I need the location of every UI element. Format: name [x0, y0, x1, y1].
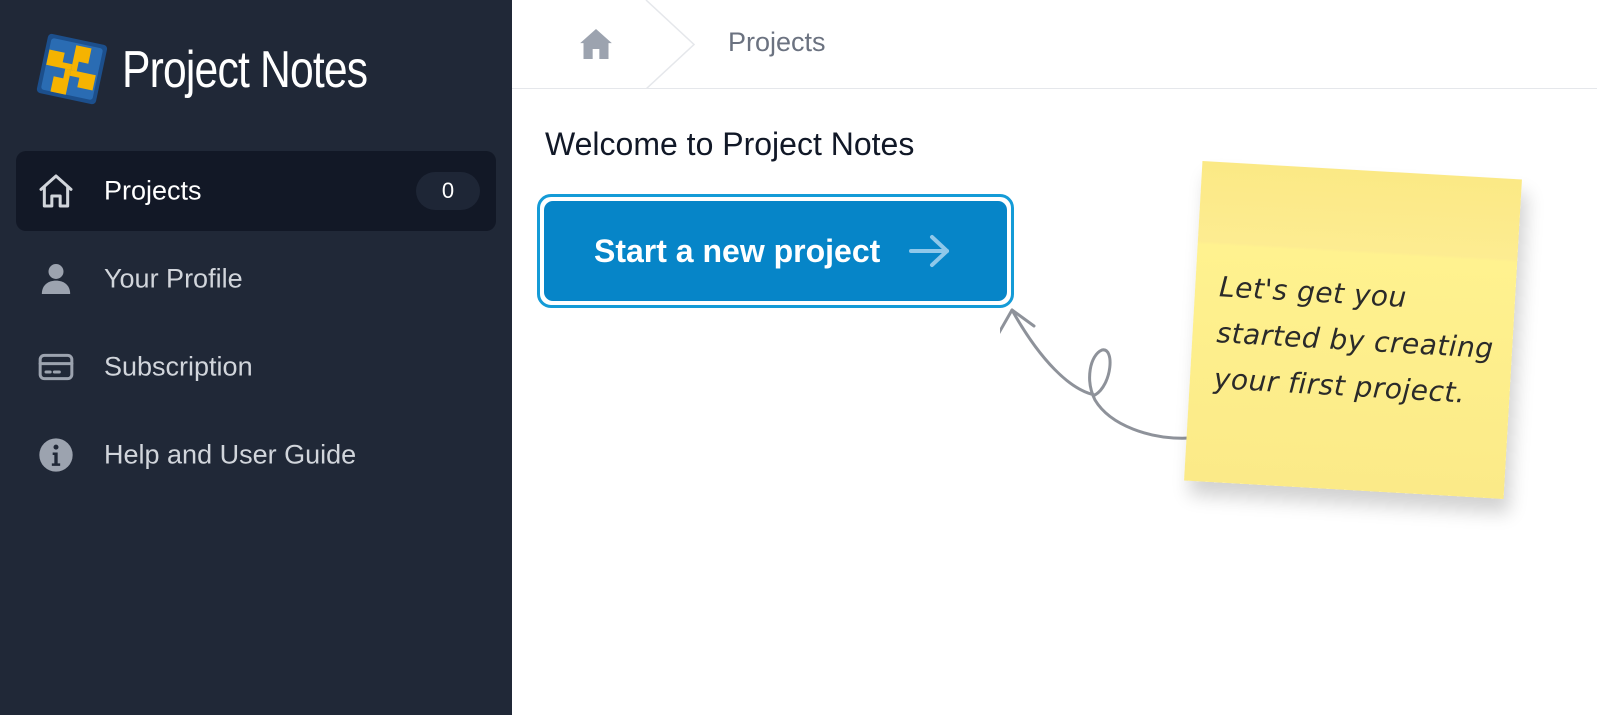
sidebar-item-label: Subscription [104, 351, 253, 382]
breadcrumb: Projects [512, 0, 1597, 89]
projects-count-badge: 0 [416, 172, 480, 210]
page-title: Welcome to Project Notes [545, 126, 915, 162]
sidebar-item-help[interactable]: Help and User Guide [16, 415, 496, 495]
sidebar-nav: Projects 0 Your Profile Subscription Hel… [16, 151, 496, 503]
sticky-note-text: Let's get you started by creating your f… [1213, 270, 1495, 410]
sidebar-item-label: Your Profile [104, 263, 243, 294]
credit-card-icon [36, 347, 76, 387]
hand-drawn-arrow-icon [1000, 308, 1192, 440]
user-icon [36, 259, 76, 299]
sticky-note: Let's get you started by creating your f… [1184, 161, 1522, 499]
sidebar-item-projects[interactable]: Projects 0 [16, 151, 496, 231]
sidebar-item-your-profile[interactable]: Your Profile [16, 239, 496, 319]
breadcrumb-current[interactable]: Projects [728, 27, 826, 58]
start-project-focus-ring: Start a new project [537, 194, 1014, 308]
arrow-right-icon [909, 235, 950, 267]
sidebar-item-label: Projects [104, 175, 202, 206]
info-icon [36, 435, 76, 475]
sticky-note-paper: Let's get you started by creating your f… [1184, 161, 1522, 499]
home-icon [36, 171, 76, 211]
app-name: Project Notes [122, 41, 368, 99]
home-icon[interactable] [576, 24, 616, 64]
start-new-project-label: Start a new project [594, 232, 881, 269]
sidebar: Project Notes Projects 0 Your Profile Su… [0, 0, 512, 715]
sidebar-item-subscription[interactable]: Subscription [16, 327, 496, 407]
start-new-project-button[interactable]: Start a new project [544, 201, 1007, 301]
brand[interactable]: Project Notes [32, 30, 421, 110]
sidebar-item-label: Help and User Guide [104, 439, 357, 470]
breadcrumb-separator-icon [645, 0, 696, 89]
project-notes-logo [36, 33, 108, 105]
